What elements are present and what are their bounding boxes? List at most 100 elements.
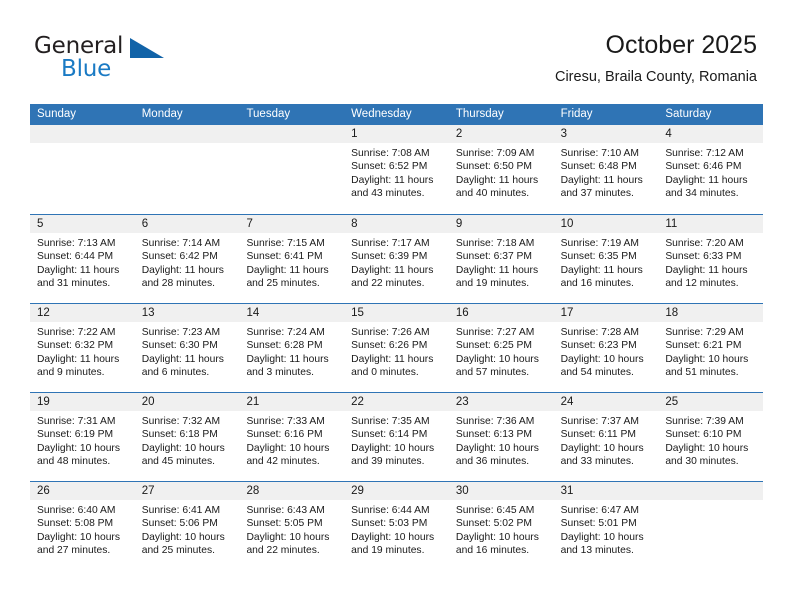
- sunset-text: Sunset: 6:32 PM: [37, 340, 114, 352]
- sunset-text: Sunset: 6:13 PM: [455, 429, 533, 441]
- day-cell[interactable]: 15 Sunrise: 7:26 AM Sunset: 6:26 PM Dayligh…: [344, 304, 449, 392]
- daylight-text: Daylight: 11 hours and 28 minutes.: [141, 264, 224, 290]
- sunrise-text: Sunrise: 7:18 AM: [455, 238, 535, 249]
- sunset-text: Sunset: 5:06 PM: [141, 518, 218, 530]
- day-cell[interactable]: 23 Sunrise: 7:36 AM Sunset: 6:13 PM Dayligh…: [448, 393, 554, 481]
- day-number: 19: [30, 393, 135, 411]
- day-number: 16: [448, 304, 554, 322]
- day-number: 26: [30, 482, 135, 500]
- daylight-text: Daylight: 10 hours and 33 minutes.: [560, 442, 644, 468]
- sunrise-text: Sunrise: 7:29 AM: [665, 327, 744, 338]
- day-cell[interactable]: 3 Sunrise: 7:10 AM Sunset: 6:48 PM Daylight…: [553, 125, 659, 214]
- daylight-text: Daylight: 11 hours and 31 minutes.: [37, 264, 120, 290]
- day-cell[interactable]: 20 Sunrise: 7:32 AM Sunset: 6:18 PM Dayligh…: [134, 393, 240, 481]
- day-cell[interactable]: 18 Sunrise: 7:29 AM Sunset: 6:21 PM Dayligh…: [658, 304, 764, 392]
- general-blue-logo[interactable]: General Blue: [34, 33, 264, 83]
- day-number: 29: [344, 482, 449, 500]
- day-cell[interactable]: 7 Sunrise: 7:15 AM Sunset: 6:41 PM Daylight…: [239, 215, 345, 303]
- day-cell[interactable]: 29 Sunrise: 6:44 AM Sunset: 5:03 PM Dayligh…: [344, 482, 449, 570]
- day-number: 18: [658, 304, 764, 322]
- daylight-text: Daylight: 11 hours and 43 minutes.: [351, 174, 434, 200]
- sunrise-text: Sunrise: 7:36 AM: [455, 416, 535, 427]
- daylight-text: Daylight: 11 hours and 37 minutes.: [560, 174, 643, 200]
- daylight-text: Daylight: 10 hours and 51 minutes.: [665, 353, 749, 379]
- day-details: Sunrise: 6:43 AM Sunset: 5:05 PM Daylight:…: [239, 500, 344, 558]
- day-cell[interactable]: 14 Sunrise: 7:24 AM Sunset: 6:28 PM Dayligh…: [239, 304, 345, 392]
- day-cell[interactable]: 11 Sunrise: 7:20 AM Sunset: 6:33 PM Dayligh…: [658, 215, 764, 303]
- sunrise-text: Sunrise: 7:09 AM: [455, 148, 535, 159]
- day-cell[interactable]: 6 Sunrise: 7:14 AM Sunset: 6:42 PM Daylight…: [134, 215, 240, 303]
- daylight-text: Daylight: 11 hours and 22 minutes.: [351, 264, 434, 290]
- day-details: Sunrise: 7:24 AM Sunset: 6:28 PM Daylight:…: [239, 322, 344, 380]
- triangle-logo-icon: [130, 38, 164, 58]
- calendar-grid: Sunday Monday Tuesday Wednesday Thursday…: [30, 104, 764, 570]
- sunrise-text: Sunrise: 7:20 AM: [665, 238, 744, 249]
- daylight-text: Daylight: 11 hours and 9 minutes.: [37, 353, 120, 379]
- page-title: October 2025: [605, 31, 758, 59]
- day-cell[interactable]: 17 Sunrise: 7:28 AM Sunset: 6:23 PM Dayligh…: [553, 304, 659, 392]
- sunset-text: Sunset: 6:18 PM: [141, 429, 218, 441]
- day-cell[interactable]: 25 Sunrise: 7:39 AM Sunset: 6:10 PM Dayligh…: [658, 393, 764, 481]
- day-details: Sunrise: 7:31 AM Sunset: 6:19 PM Daylight:…: [30, 411, 135, 469]
- sunrise-text: Sunrise: 7:31 AM: [37, 416, 116, 427]
- weekday-header-wednesday: Wednesday: [351, 108, 412, 120]
- sunrise-text: Sunrise: 6:47 AM: [560, 505, 640, 516]
- week-row: 19 Sunrise: 7:31 AM Sunset: 6:19 PM Dayligh…: [30, 392, 764, 481]
- day-cell[interactable]: 27 Sunrise: 6:41 AM Sunset: 5:06 PM Dayligh…: [134, 482, 240, 570]
- day-cell[interactable]: 8 Sunrise: 7:17 AM Sunset: 6:39 PM Daylight…: [344, 215, 449, 303]
- day-cell[interactable]: 19 Sunrise: 7:31 AM Sunset: 6:19 PM Dayligh…: [30, 393, 135, 481]
- day-cell[interactable]: 26 Sunrise: 6:40 AM Sunset: 5:08 PM Dayligh…: [30, 482, 135, 570]
- day-number: 14: [239, 304, 345, 322]
- day-number: 20: [134, 393, 240, 411]
- day-number: 9: [448, 215, 554, 233]
- sunset-text: Sunset: 6:39 PM: [351, 251, 428, 263]
- sunset-text: Sunset: 5:02 PM: [455, 518, 533, 530]
- day-details: Sunrise: 7:28 AM Sunset: 6:23 PM Daylight:…: [554, 322, 659, 380]
- sunset-text: Sunset: 6:46 PM: [665, 161, 742, 173]
- day-details: Sunrise: 7:26 AM Sunset: 6:26 PM Daylight:…: [344, 322, 449, 380]
- sunset-text: Sunset: 5:08 PM: [37, 518, 114, 530]
- daylight-text: Daylight: 10 hours and 36 minutes.: [455, 442, 539, 468]
- day-number: 15: [344, 304, 449, 322]
- day-number: [134, 125, 240, 143]
- daylight-text: Daylight: 11 hours and 6 minutes.: [141, 353, 224, 379]
- sunrise-text: Sunrise: 7:33 AM: [246, 416, 325, 427]
- day-cell[interactable]: 30 Sunrise: 6:45 AM Sunset: 5:02 PM Dayligh…: [448, 482, 554, 570]
- day-details: Sunrise: 6:40 AM Sunset: 5:08 PM Daylight:…: [30, 500, 135, 558]
- day-cell-empty: [30, 125, 135, 214]
- day-cell[interactable]: 24 Sunrise: 7:37 AM Sunset: 6:11 PM Dayligh…: [553, 393, 659, 481]
- daylight-text: Daylight: 11 hours and 16 minutes.: [560, 264, 643, 290]
- day-cell[interactable]: 22 Sunrise: 7:35 AM Sunset: 6:14 PM Dayligh…: [344, 393, 449, 481]
- day-cell[interactable]: 5 Sunrise: 7:13 AM Sunset: 6:44 PM Daylight…: [30, 215, 135, 303]
- day-details: Sunrise: 7:29 AM Sunset: 6:21 PM Daylight:…: [658, 322, 763, 380]
- day-cell[interactable]: 2 Sunrise: 7:09 AM Sunset: 6:50 PM Daylight…: [448, 125, 554, 214]
- sunrise-text: Sunrise: 7:24 AM: [246, 327, 325, 338]
- day-cell[interactable]: 12 Sunrise: 7:22 AM Sunset: 6:32 PM Dayligh…: [30, 304, 135, 392]
- day-cell-empty: [134, 125, 240, 214]
- sunrise-text: Sunrise: 7:37 AM: [560, 416, 640, 427]
- day-cell[interactable]: 21 Sunrise: 7:33 AM Sunset: 6:16 PM Dayligh…: [239, 393, 345, 481]
- day-cell[interactable]: 28 Sunrise: 6:43 AM Sunset: 5:05 PM Dayligh…: [239, 482, 345, 570]
- day-details: Sunrise: 6:41 AM Sunset: 5:06 PM Daylight:…: [135, 500, 240, 558]
- day-details: Sunrise: 7:17 AM Sunset: 6:39 PM Daylight:…: [344, 233, 449, 291]
- day-details: Sunrise: 7:27 AM Sunset: 6:25 PM Daylight:…: [449, 322, 554, 380]
- day-details: Sunrise: 7:08 AM Sunset: 6:52 PM Daylight:…: [344, 143, 449, 201]
- day-cell[interactable]: 16 Sunrise: 7:27 AM Sunset: 6:25 PM Dayligh…: [448, 304, 554, 392]
- day-details: Sunrise: 7:14 AM Sunset: 6:42 PM Daylight:…: [135, 233, 240, 291]
- day-cell[interactable]: 31 Sunrise: 6:47 AM Sunset: 5:01 PM Dayligh…: [553, 482, 659, 570]
- sunrise-text: Sunrise: 7:08 AM: [351, 148, 430, 159]
- day-cell[interactable]: 4 Sunrise: 7:12 AM Sunset: 6:46 PM Daylight…: [658, 125, 764, 214]
- day-cell[interactable]: 9 Sunrise: 7:18 AM Sunset: 6:37 PM Daylight…: [448, 215, 554, 303]
- day-details: Sunrise: 7:19 AM Sunset: 6:35 PM Daylight:…: [554, 233, 659, 291]
- day-details: Sunrise: 7:10 AM Sunset: 6:48 PM Daylight:…: [554, 143, 659, 201]
- daylight-text: Daylight: 10 hours and 57 minutes.: [455, 353, 539, 379]
- sunrise-text: Sunrise: 6:43 AM: [246, 505, 325, 516]
- week-row: 12 Sunrise: 7:22 AM Sunset: 6:32 PM Dayligh…: [30, 303, 764, 392]
- day-cell[interactable]: 10 Sunrise: 7:19 AM Sunset: 6:35 PM Dayligh…: [553, 215, 659, 303]
- day-cell[interactable]: 13 Sunrise: 7:23 AM Sunset: 6:30 PM Dayligh…: [134, 304, 240, 392]
- daylight-text: Daylight: 10 hours and 22 minutes.: [246, 531, 330, 557]
- sunrise-text: Sunrise: 7:27 AM: [455, 327, 535, 338]
- sunset-text: Sunset: 6:33 PM: [665, 251, 742, 263]
- day-cell[interactable]: 1 Sunrise: 7:08 AM Sunset: 6:52 PM Daylight…: [344, 125, 449, 214]
- sunset-text: Sunset: 6:48 PM: [560, 161, 637, 173]
